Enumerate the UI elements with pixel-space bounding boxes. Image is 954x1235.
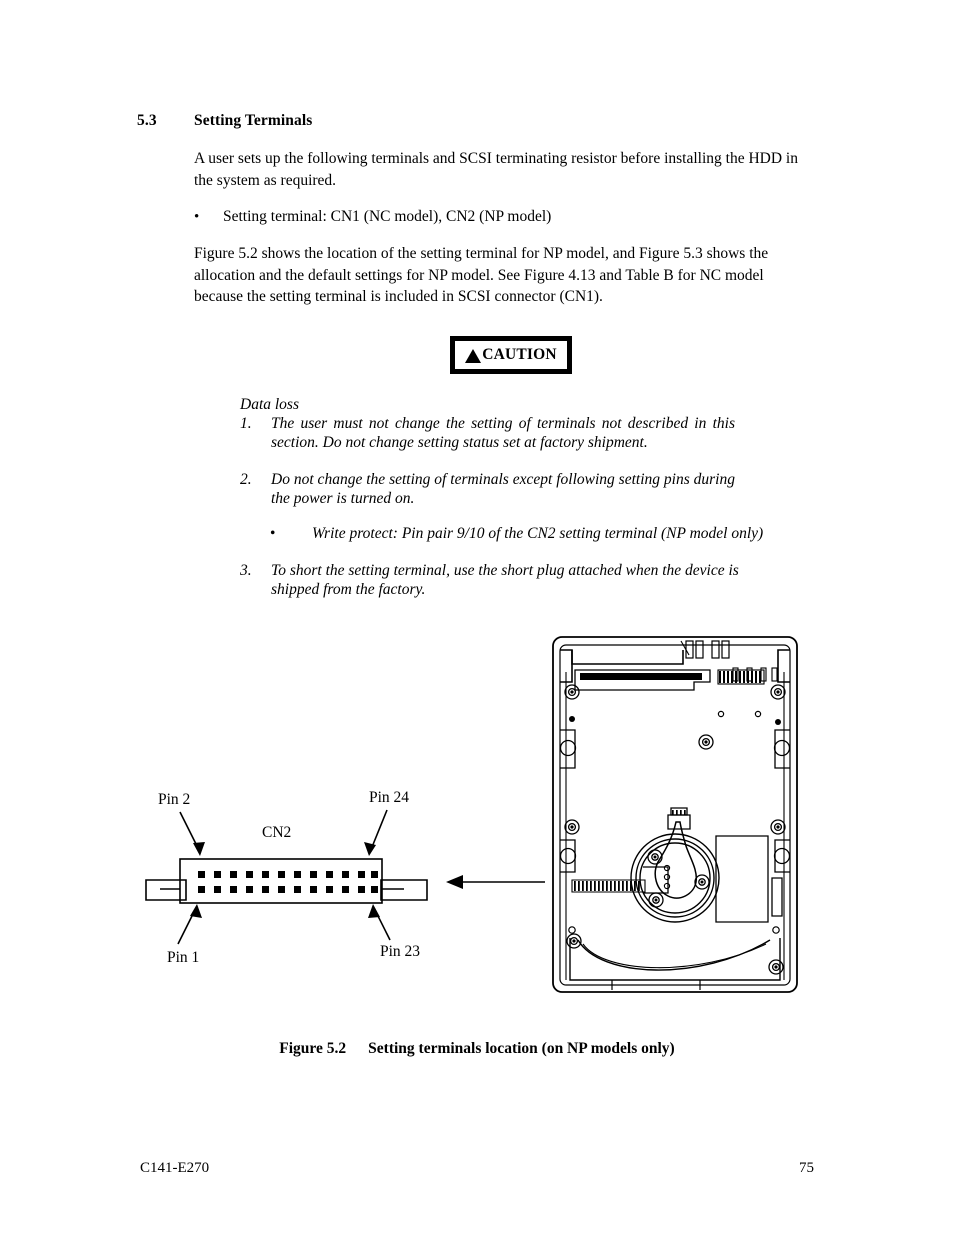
connector-label-pin24: Pin 24 [369,789,410,806]
footer-document-number: C141-E270 [140,1160,210,1176]
connector-label-pin23: Pin 23 [380,943,421,960]
figure-caption-number: Figure 5.2 [279,1040,347,1057]
document-page: 5.3 Setting Terminals A user sets up the … [0,0,954,1235]
connector-label-pin2: Pin 2 [158,791,191,808]
figure-caption-text: Setting terminals location (on NP models… [368,1040,675,1057]
connector-label-pin1: Pin 1 [167,949,200,966]
footer-page-number: 75 [799,1160,814,1176]
figure-5-2-drawing [0,0,954,1035]
connector-name-label: CN2 [262,824,292,841]
figure-caption: Figure 5.2 Setting terminals location (on… [0,1040,954,1058]
